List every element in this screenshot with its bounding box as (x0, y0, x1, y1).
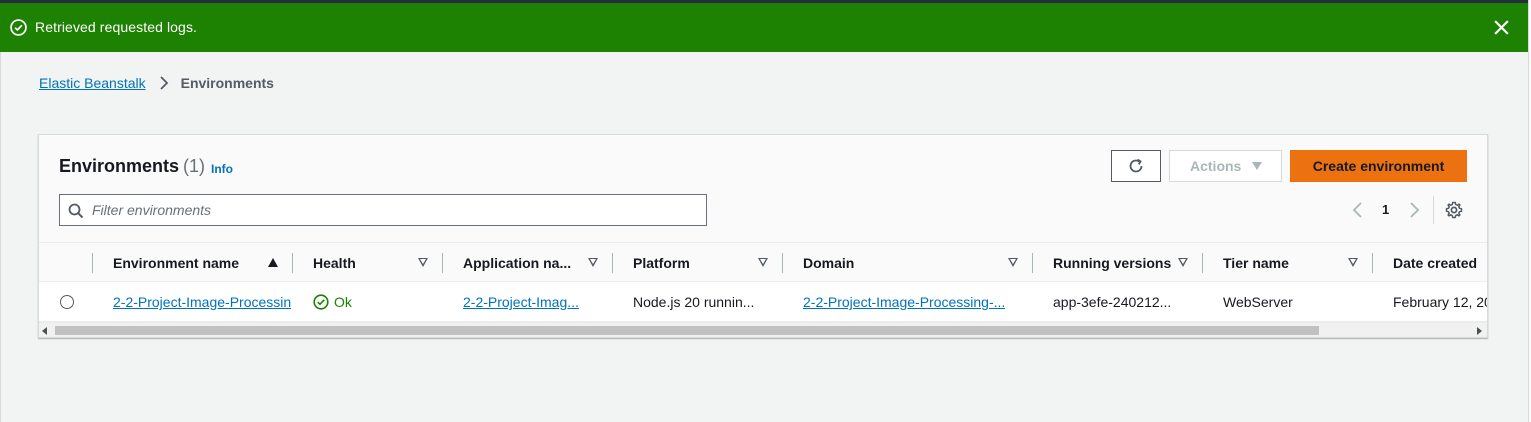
pager-divider (1433, 196, 1434, 224)
table-header: Environment name Health Application na..… (39, 242, 1487, 283)
cell-domain: 2-2-Project-Image-Processing-... (803, 282, 1018, 322)
column-label: Running versions (1053, 255, 1172, 271)
table-row[interactable]: 2-2-Project-Image-Processin Ok 2-2-Proje… (39, 282, 1488, 322)
column-platform[interactable]: Platform (633, 243, 783, 283)
gear-icon[interactable] (1445, 201, 1463, 219)
actions-dropdown-button[interactable]: Actions (1169, 150, 1282, 182)
sort-icon (1178, 258, 1188, 267)
cell-date-created: February 12, 20 (1393, 282, 1488, 322)
panel-title: Environments (1) (59, 156, 205, 177)
flash-banner-success: Retrieved requested logs. (0, 3, 1528, 52)
header-divider (442, 243, 443, 283)
sort-icon (418, 258, 428, 267)
column-label: Date created (1393, 255, 1478, 271)
close-icon[interactable] (1493, 19, 1510, 36)
breadcrumb-elastic-beanstalk[interactable]: Elastic Beanstalk (39, 75, 146, 91)
status-ok-icon (313, 294, 329, 310)
cell-tier-name: WebServer (1223, 282, 1353, 322)
actions-label: Actions (1190, 158, 1242, 174)
header-divider (612, 243, 613, 283)
cell-health: Ok (313, 282, 443, 322)
caret-down-icon (1252, 162, 1262, 170)
column-label: Application na... (463, 255, 572, 271)
sort-icon (588, 258, 598, 267)
scroll-left-arrow-icon[interactable] (42, 327, 47, 335)
application-name-link[interactable]: 2-2-Project-Imag... (463, 294, 579, 310)
page-number[interactable]: 1 (1382, 202, 1389, 217)
platform-text: Node.js 20 runnin... (633, 294, 755, 310)
column-label: Tier name (1223, 255, 1289, 271)
environment-name-link[interactable]: 2-2-Project-Image-Processin (113, 294, 291, 310)
chevron-left-icon[interactable] (1351, 202, 1365, 218)
header-divider (782, 243, 783, 283)
column-label: Environment name (113, 255, 240, 271)
scroll-right-arrow-icon[interactable] (1477, 327, 1482, 335)
cell-environment-name: 2-2-Project-Image-Processin (113, 282, 295, 322)
flash-message: Retrieved requested logs. (35, 19, 198, 35)
column-label: Health (313, 255, 356, 271)
header-divider (292, 243, 293, 283)
column-health[interactable]: Health (313, 243, 443, 283)
chevron-right-icon[interactable] (1407, 202, 1421, 218)
cell-platform: Node.js 20 runnin... (633, 282, 768, 322)
breadcrumb-environments: Environments (180, 75, 274, 91)
filter-environments-field[interactable] (59, 194, 707, 226)
chevron-right-icon (159, 76, 168, 90)
header-divider (1372, 243, 1373, 283)
row-select-radio[interactable] (60, 295, 74, 309)
header-divider (1202, 243, 1203, 283)
column-label: Domain (803, 255, 855, 271)
left-border (0, 52, 1, 422)
scrollbar-thumb[interactable] (55, 326, 1319, 335)
environments-panel: Environments (1) Info Actions Create envi… (38, 134, 1488, 338)
refresh-button[interactable] (1111, 150, 1161, 182)
info-link[interactable]: Info (211, 162, 233, 176)
sort-ascending-icon (268, 258, 278, 267)
health-status: Ok (313, 294, 352, 310)
column-tier-name[interactable]: Tier name (1223, 243, 1373, 283)
domain-link[interactable]: 2-2-Project-Image-Processing-... (803, 294, 1005, 310)
sort-icon (1008, 258, 1018, 267)
filter-input[interactable] (92, 196, 692, 224)
cell-application-name: 2-2-Project-Imag... (463, 282, 593, 322)
search-icon (68, 203, 84, 219)
column-environment-name[interactable]: Environment name (113, 243, 293, 283)
breadcrumb: Elastic Beanstalk Environments (39, 75, 274, 91)
date-created-text: February 12, 20 (1393, 294, 1488, 310)
column-date-created[interactable]: Date created (1393, 243, 1487, 283)
create-environment-button[interactable]: Create environment (1290, 150, 1467, 182)
sort-icon (758, 258, 768, 267)
sort-icon (1348, 258, 1358, 267)
column-application-name[interactable]: Application na... (463, 243, 613, 283)
refresh-icon (1129, 158, 1143, 173)
running-versions-text: app-3efe-240212... (1053, 294, 1172, 310)
cell-running-versions: app-3efe-240212... (1053, 282, 1188, 322)
header-divider (1032, 243, 1033, 283)
panel-title-text: Environments (59, 156, 180, 176)
check-circle-icon (10, 19, 27, 36)
environment-count: (1) (183, 156, 206, 176)
header-divider (92, 243, 93, 283)
column-domain[interactable]: Domain (803, 243, 1033, 283)
column-running-versions[interactable]: Running versions (1053, 243, 1203, 283)
column-label: Platform (633, 255, 690, 271)
health-text: Ok (334, 294, 352, 310)
tier-name-text: WebServer (1223, 294, 1293, 310)
horizontal-scrollbar[interactable] (39, 322, 1487, 337)
